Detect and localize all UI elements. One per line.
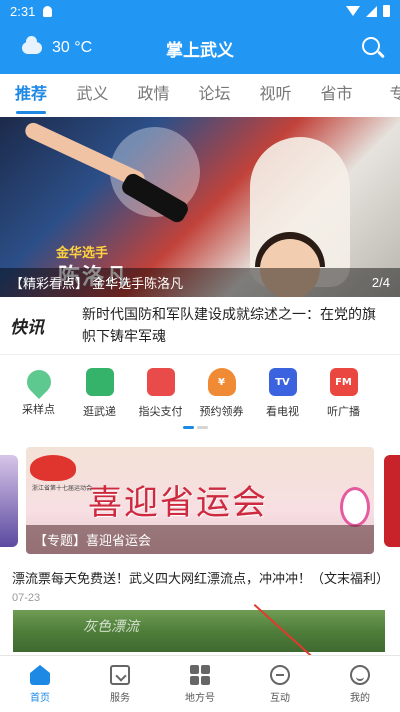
app-header: 30 °C 掌上武义 [0,22,400,74]
channel-tabs: 推荐 武义 政情 论坛 视听 省市 专 [0,74,400,116]
bottom-nav: 首页 服务 地方号 互动 我的 [0,655,400,712]
home-icon [30,665,50,685]
nav-profile[interactable]: 我的 [320,656,400,712]
weather-widget[interactable]: 30 °C [0,36,130,57]
topic-card-next[interactable] [384,455,400,547]
tv-icon: TV [268,368,297,396]
hero-title: 【精彩看点】 金华选手陈洛凡 [10,277,184,292]
quick-link-coupon[interactable]: ¥ 预约领券 [191,360,252,430]
article-date: 07-23 [12,592,41,604]
tab-wuyi[interactable]: 武义 [62,74,123,116]
tab-video[interactable]: 视听 [245,74,306,116]
topic-card[interactable]: 浙江省第十七届运动会 喜迎省运会 【专题】喜迎省运会 [26,447,374,554]
quick-link-tv[interactable]: TV 看电视 [252,360,313,430]
payment-icon [146,368,175,396]
article-image-text: 灰色漂流 [83,619,139,635]
status-time: 2:31 [10,3,36,19]
quick-links-pager [183,426,208,429]
local-icon [190,665,210,685]
games-logo [30,455,76,481]
weather-temperature: 30 °C [52,39,93,56]
article-image[interactable]: 灰色漂流 [13,610,385,652]
tab-special[interactable]: 专 [367,74,400,116]
cloud-icon [22,36,42,54]
flash-news[interactable]: 快讯 新时代国防和军队建设成就综述之一：在党的旗帜下铸牢军魂 [0,297,400,355]
games-logo-text: 浙江省第十七届运动会 [32,485,93,492]
mascot-image [340,487,370,527]
interact-icon [270,665,290,685]
tab-forum[interactable]: 论坛 [184,74,245,116]
topic-card-previous[interactable] [0,455,18,547]
quick-link-radio[interactable]: FM 听广播 [313,360,374,430]
tab-recommend[interactable]: 推荐 [0,74,62,116]
service-icon [110,665,130,685]
radio-icon: FM [329,368,358,396]
flash-news-text[interactable]: 新时代国防和军队建设成就综述之一：在党的旗帜下铸牢军魂 [82,304,382,348]
article-title[interactable]: 漂流票每天免费送！武义四大网红漂流点，冲冲冲！（文末福利） [12,568,389,587]
document-icon [85,368,114,396]
tab-province[interactable]: 省市 [306,74,367,116]
topic-headline: 喜迎省运会 [88,483,268,523]
nav-local[interactable]: 地方号 [160,656,240,712]
hero-title-bar[interactable]: 【精彩看点】 金华选手陈洛凡 2/4 [0,268,400,297]
quick-link-shop[interactable]: 逛武递 [69,360,130,430]
status-bar: 2:31 [0,0,400,22]
nav-service[interactable]: 服务 [80,656,160,712]
quick-links: 采样点 逛武递 指尖支付 ¥ 预约领券 TV 看电视 FM 听广播 [0,360,400,430]
notification-icon [43,5,53,17]
tab-politics[interactable]: 政情 [123,74,184,116]
quick-link-sampling[interactable]: 采样点 [8,360,69,430]
coupon-icon: ¥ [207,368,236,396]
search-button[interactable] [360,35,386,61]
topic-caption: 【专题】喜迎省运会 [26,525,374,554]
profile-icon [350,665,370,685]
flash-news-logo: 快讯 [10,318,44,338]
hero-page-counter: 2/4 [371,275,390,290]
wifi-icon [346,6,360,16]
quick-link-payment[interactable]: 指尖支付 [130,360,191,430]
topic-carousel: 浙江省第十七届运动会 喜迎省运会 【专题】喜迎省运会 [0,447,400,555]
location-icon [21,365,56,399]
nav-home[interactable]: 首页 [0,656,80,712]
nav-interact[interactable]: 互动 [240,656,320,712]
battery-icon [383,5,390,17]
status-indicators [346,5,390,17]
signal-icon [366,5,377,17]
